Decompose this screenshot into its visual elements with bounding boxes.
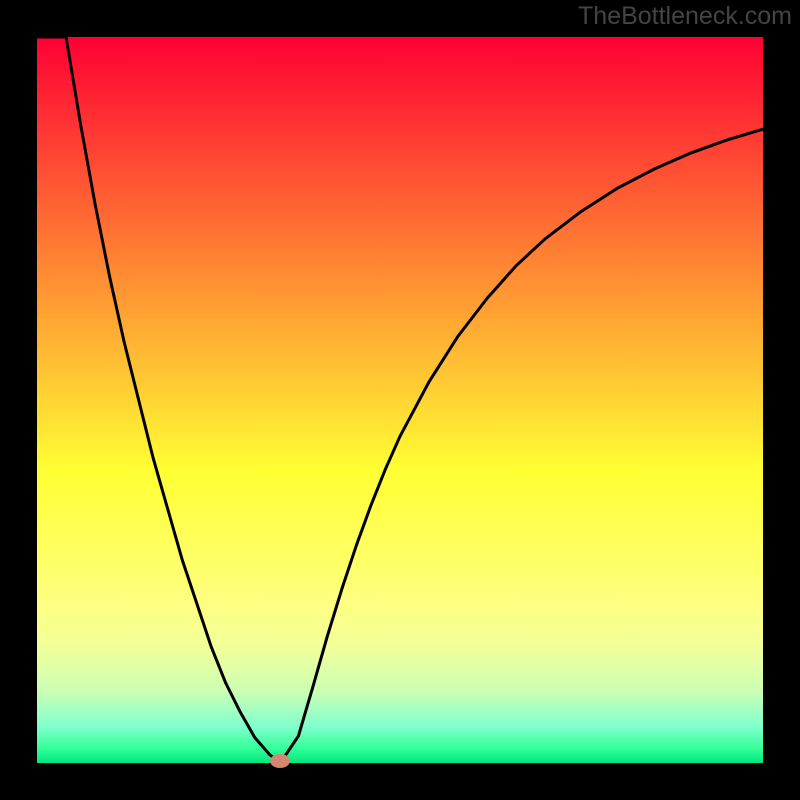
bottleneck-curve bbox=[37, 37, 763, 763]
watermark-label: TheBottleneck.com bbox=[578, 2, 792, 31]
plot-area bbox=[37, 37, 763, 763]
optimum-marker bbox=[270, 754, 290, 768]
chart-container: TheBottleneck.com bbox=[0, 0, 800, 800]
